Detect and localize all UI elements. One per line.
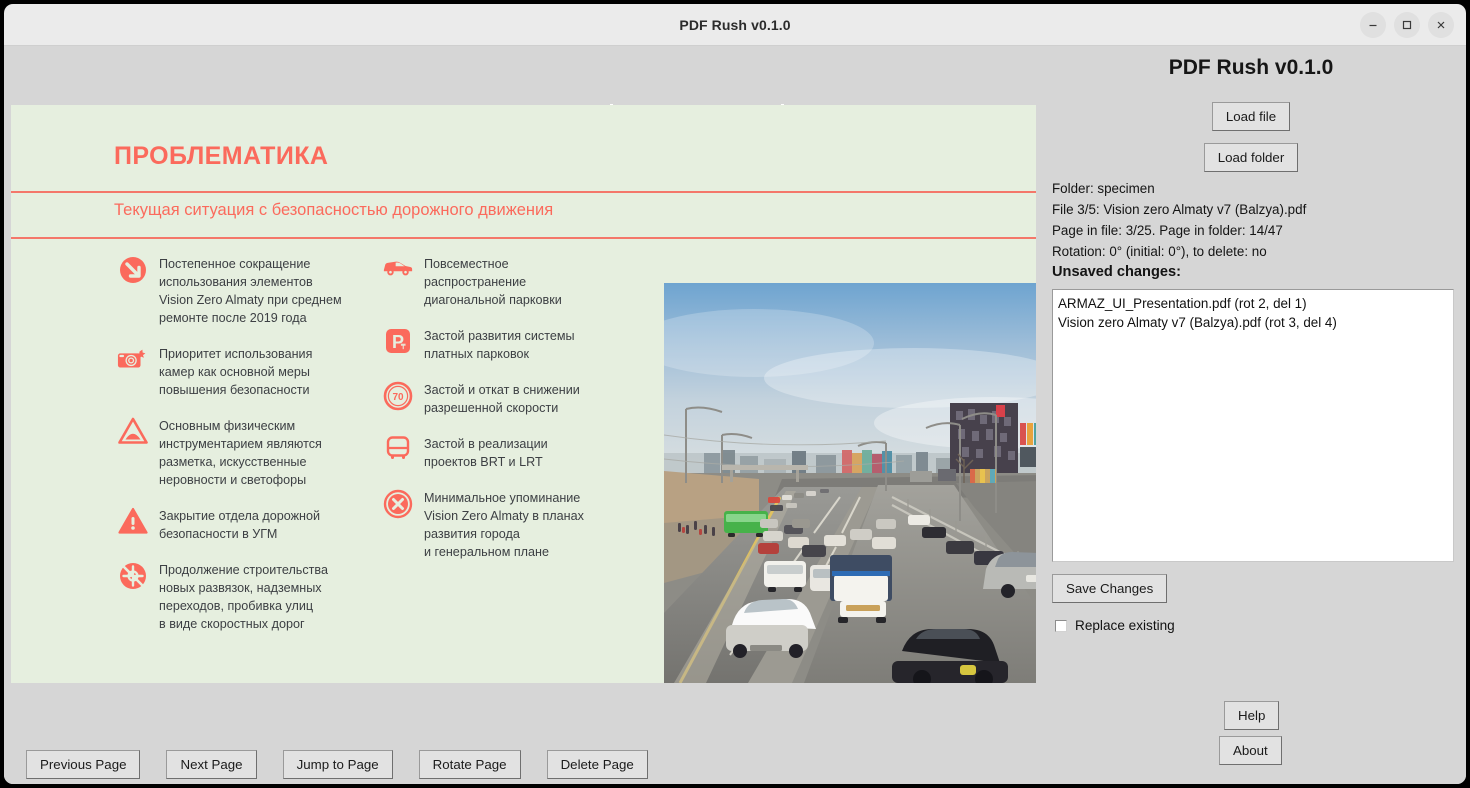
list-item-label: Застой развития системы платных парковок [424,329,575,361]
cross-circle-icon [382,489,414,521]
slide-title: ПРОБЛЕМАТИКА [114,142,329,170]
list-item: Закрытие отдела дорожной безопасности в … [111,507,361,543]
slide-divider-bottom [11,237,1036,239]
list-item-label: Постепенное сокращение использования эле… [159,257,342,325]
list-item: Застой в реализации проектов BRT и LRT [376,435,626,471]
side-panel: PDF Rush v0.1.0 Load file Load folder Fo… [1036,46,1466,784]
list-item: Постепенное сокращение использования эле… [111,255,361,327]
list-item: Минимальное упоминание Vision Zero Almat… [376,489,626,561]
list-item: Повсеместное распространение диагонально… [376,255,626,309]
panel-title: PDF Rush v0.1.0 [1168,56,1334,79]
warning-triangle-icon [117,507,149,539]
list-item-label: Минимальное упоминание Vision Zero Almat… [424,491,584,559]
load-file-button[interactable]: Load file [1211,102,1291,131]
maximize-button[interactable] [1394,12,1420,38]
client-area: ПРОБЛЕМАТИКА Текущая ситуация с безопасн… [4,46,1466,784]
slide-bullets-right: Повсеместное распространение диагонально… [376,255,626,579]
paid-parking-sign-icon: P ₸ [382,327,414,359]
application-window: PDF Rush v0.1.0 ПРОБЛЕМАТИКА Текущая сит… [0,0,1470,788]
speed-bump-sign-icon [117,417,149,449]
minimize-button[interactable] [1360,12,1386,38]
close-button[interactable] [1428,12,1454,38]
previous-page-button[interactable]: Previous Page [26,750,141,779]
list-item: Основным физическим инструментарием явля… [111,417,361,489]
list-item-label: Приоритет использования камер как основн… [159,347,313,397]
list-item-label: Повсеместное распространение диагонально… [424,257,562,307]
arrow-down-right-circle-icon [117,255,149,287]
no-interchange-circle-icon [117,561,149,593]
jump-to-page-button[interactable]: Jump to Page [282,750,393,779]
info-rotation: Rotation: 0° (initial: 0°), to delete: n… [1052,244,1267,259]
list-item: Приоритет использования камер как основн… [111,345,361,399]
rotate-page-button[interactable]: Rotate Page [418,750,521,779]
list-item: P ₸ Застой развития системы платных парк… [376,327,626,363]
replace-existing-checkbox[interactable] [1055,619,1067,632]
slide-bullets-left: Постепенное сокращение использования эле… [111,255,361,651]
delete-page-button[interactable]: Delete Page [546,750,648,779]
replace-existing-label: Replace existing [1075,618,1175,633]
list-item-label: Застой в реализации проектов BRT и LRT [424,437,548,469]
title-bar: PDF Rush v0.1.0 [4,4,1466,46]
list-item: Продолжение строительства новых развязок… [111,561,361,633]
bus-icon [382,435,414,467]
load-folder-button[interactable]: Load folder [1203,143,1299,172]
car-icon [382,255,414,287]
window-controls [1360,12,1454,38]
about-button[interactable]: About [1219,736,1282,765]
svg-text:70: 70 [392,392,404,403]
svg-text:₸: ₸ [400,343,406,351]
unsaved-changes-heading: Unsaved changes: [1052,264,1181,280]
list-item-label: Закрытие отдела дорожной безопасности в … [159,509,320,541]
list-item-label: Продолжение строительства новых развязок… [159,563,328,631]
list-item-label: Основным физическим инструментарием явля… [159,419,322,487]
list-item-label: Застой и откат в снижении разрешенной ск… [424,383,580,415]
help-button[interactable]: Help [1224,701,1280,730]
save-changes-button[interactable]: Save Changes [1052,574,1168,603]
speed-limit-70-sign-icon: 70 [382,381,414,413]
pdf-page-viewer[interactable]: ПРОБЛЕМАТИКА Текущая ситуация с безопасн… [4,46,1036,736]
replace-existing-checkbox-row[interactable]: Replace existing [1055,618,1175,633]
pdf-slide: ПРОБЛЕМАТИКА Текущая ситуация с безопасн… [11,105,1036,683]
list-item: 70 Застой и откат в снижении разрешенной… [376,381,626,417]
slide-photo [664,283,1036,683]
page-toolbar: Previous Page Next Page Jump to Page Rot… [4,736,1036,784]
document-info: Folder: specimen File 3/5: Vision zero A… [1052,178,1456,283]
info-file: File 3/5: Vision zero Almaty v7 (Balzya)… [1052,202,1307,217]
camera-flash-icon [117,345,149,377]
info-page: Page in file: 3/25. Page in folder: 14/4… [1052,223,1283,238]
next-page-button[interactable]: Next Page [166,750,257,779]
window-title: PDF Rush v0.1.0 [679,17,791,33]
slide-subtitle: Текущая ситуация с безопасностью дорожно… [114,201,554,219]
slide-divider-top [11,191,1036,193]
unsaved-changes-textarea[interactable]: ARMAZ_UI_Presentation.pdf (rot 2, del 1)… [1052,289,1454,562]
info-folder: Folder: specimen [1052,181,1155,196]
